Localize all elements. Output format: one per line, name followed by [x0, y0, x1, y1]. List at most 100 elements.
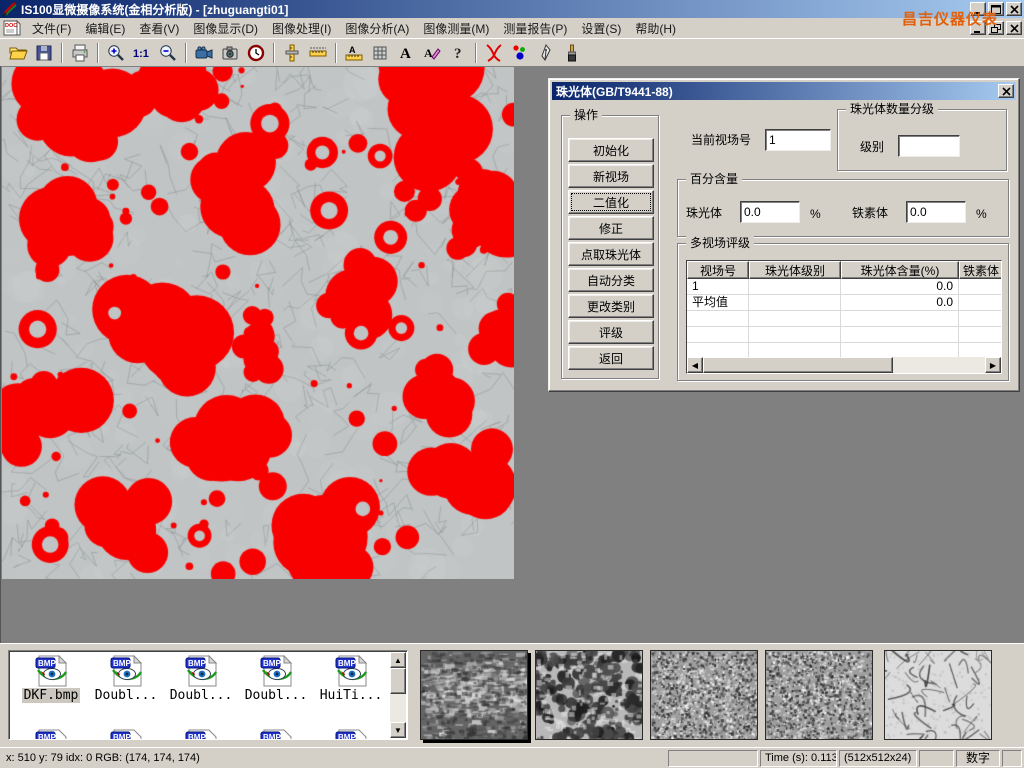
ruler-button[interactable]: [305, 41, 331, 65]
title-bar: IS100显微摄像系统(金相分析版) - [zhuguangti01]: [0, 0, 1024, 18]
minimize-button[interactable]: [970, 2, 986, 16]
table-row[interactable]: [687, 327, 1001, 343]
toolbar: 1:1 A A A ?: [0, 38, 1024, 66]
classify-button[interactable]: [507, 41, 533, 65]
application-window: IS100显微摄像系统(金相分析版) - [zhuguangti01] 昌吉仪器…: [0, 0, 1024, 768]
svg-text:BMP: BMP: [38, 733, 56, 740]
cursor-position-readout: x: 510 y: 79 idx: 0 RGB: (174, 174, 174): [6, 752, 200, 764]
scrollbar-thumb[interactable]: [703, 357, 893, 373]
return-button[interactable]: 返回: [568, 346, 654, 370]
initialize-button[interactable]: 初始化: [568, 138, 654, 162]
file-item[interactable]: BMP HuiTi...: [315, 655, 387, 703]
file-item[interactable]: BMP DKF.bmp: [15, 655, 87, 703]
document-icon[interactable]: DOC: [3, 20, 21, 36]
menu-image-display[interactable]: 图像显示(D): [186, 19, 265, 38]
menu-image-processing[interactable]: 图像处理(I): [265, 19, 338, 38]
binarize-dialog-button[interactable]: 二值化: [568, 190, 654, 214]
close-button[interactable]: [1006, 2, 1022, 16]
file-item[interactable]: BMP: [15, 729, 87, 740]
dialog-close-button[interactable]: [998, 84, 1014, 98]
col-field-number[interactable]: 视场号: [687, 261, 749, 279]
pick-button[interactable]: [533, 41, 559, 65]
ferrite-percent-input[interactable]: [906, 201, 966, 223]
scroll-right-button[interactable]: ▶: [985, 357, 1001, 373]
clock-icon: [246, 43, 266, 63]
thumbnail-image[interactable]: [535, 650, 643, 740]
pick-pearlite-button[interactable]: 点取珠光体: [568, 242, 654, 266]
child-close-button[interactable]: [1006, 21, 1022, 35]
save-button[interactable]: [31, 41, 57, 65]
scroll-left-button[interactable]: ◀: [687, 357, 703, 373]
measure-text-button[interactable]: A: [341, 41, 367, 65]
change-class-button[interactable]: 更改类别: [568, 294, 654, 318]
menu-measure-report[interactable]: 测量报告(P): [496, 19, 574, 38]
scroll-down-button[interactable]: ▼: [390, 722, 406, 738]
maximize-button[interactable]: [988, 2, 1004, 16]
pearlite-percent-input[interactable]: [740, 201, 800, 223]
video-capture-button[interactable]: [191, 41, 217, 65]
help-button[interactable]: ?: [445, 41, 471, 65]
zoom-out-button[interactable]: [155, 41, 181, 65]
new-field-button[interactable]: 新视场: [568, 164, 654, 188]
bmp-image-file-icon: BMP: [334, 729, 368, 740]
file-item[interactable]: BMP Doubl...: [240, 655, 312, 703]
print-button[interactable]: [67, 41, 93, 65]
file-item[interactable]: BMP Doubl...: [165, 655, 237, 703]
percent-group: 百分含量 珠光体 % 铁素体 %: [677, 179, 1009, 237]
caliper-button[interactable]: [279, 41, 305, 65]
menu-image-measure[interactable]: 图像测量(M): [416, 19, 496, 38]
scroll-up-button[interactable]: ▲: [390, 652, 406, 668]
open-button[interactable]: [5, 41, 31, 65]
snapshot-button[interactable]: [217, 41, 243, 65]
dialog-title-bar[interactable]: 珠光体(GB/T9441-88): [552, 82, 1016, 100]
thumbnail-image[interactable]: [650, 650, 758, 740]
col-ferrite[interactable]: 铁素体: [959, 261, 1002, 279]
scrollbar-thumb[interactable]: [390, 668, 406, 694]
table-row[interactable]: 平均值 0.0: [687, 295, 1001, 311]
table-row[interactable]: 1 0.0: [687, 279, 1001, 295]
file-item[interactable]: BMP Doubl...: [90, 655, 162, 703]
col-pearlite-grade[interactable]: 珠光体级别: [749, 261, 841, 279]
menu-file[interactable]: 文件(F): [25, 19, 78, 38]
thumbnail-image[interactable]: [765, 650, 873, 740]
grade-group: 珠光体数量分级 级别: [837, 109, 1007, 171]
micrograph-image[interactable]: [2, 67, 514, 579]
cell: [841, 311, 959, 327]
file-item[interactable]: BMP: [165, 729, 237, 740]
file-item[interactable]: BMP: [240, 729, 312, 740]
zoom-in-icon: [106, 43, 126, 63]
zoom-in-button[interactable]: [103, 41, 129, 65]
binarize-button[interactable]: [481, 41, 507, 65]
rate-button[interactable]: 评级: [568, 320, 654, 344]
menu-view[interactable]: 查看(V): [132, 19, 186, 38]
col-pearlite-content[interactable]: 珠光体含量(%): [841, 261, 959, 279]
menu-help[interactable]: 帮助(H): [628, 19, 683, 38]
file-item[interactable]: BMP: [315, 729, 387, 740]
current-field-input[interactable]: [765, 129, 831, 151]
table-row[interactable]: [687, 311, 1001, 327]
child-minimize-button[interactable]: [970, 21, 986, 35]
save-icon: [34, 43, 54, 63]
child-restore-button[interactable]: [988, 21, 1004, 35]
correct-button[interactable]: 修正: [568, 216, 654, 240]
video-camera-icon: [194, 43, 214, 63]
annotate-button[interactable]: A: [419, 41, 445, 65]
grid-stamp-button[interactable]: [367, 41, 393, 65]
grade-input[interactable]: [898, 135, 960, 157]
timer-button[interactable]: [243, 41, 269, 65]
binarize-curve-icon: [483, 42, 505, 64]
menu-image-analysis[interactable]: 图像分析(A): [338, 19, 416, 38]
auto-classify-button[interactable]: 自动分类: [568, 268, 654, 292]
thumbnail-image[interactable]: [884, 650, 992, 740]
thumbnail-image[interactable]: [420, 650, 528, 740]
paint-button[interactable]: [559, 41, 585, 65]
menu-edit[interactable]: 编辑(E): [78, 19, 132, 38]
file-item[interactable]: BMP: [90, 729, 162, 740]
cell: [749, 327, 841, 343]
scrollbar-track[interactable]: [893, 357, 985, 373]
actual-size-button[interactable]: 1:1: [129, 41, 155, 65]
text-button[interactable]: A: [393, 41, 419, 65]
cell: [749, 295, 841, 311]
annotate-icon: A: [422, 43, 442, 63]
menu-settings[interactable]: 设置(S): [574, 19, 628, 38]
